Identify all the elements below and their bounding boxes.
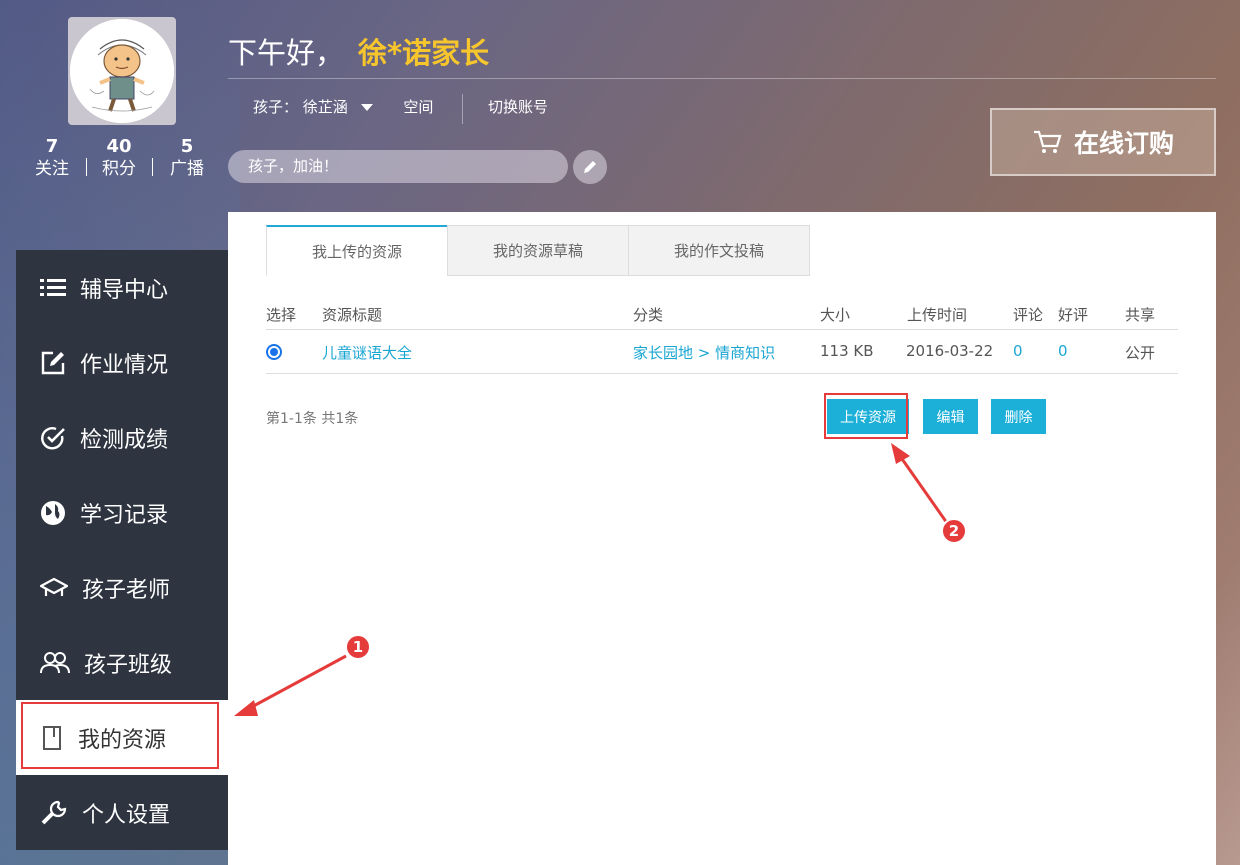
- stat-label: 关注: [35, 159, 69, 179]
- sidebar-item-teachers[interactable]: 孩子老师: [16, 550, 228, 625]
- sidebar-item-label: 孩子老师: [82, 577, 171, 603]
- annotation-badge-1: 1: [345, 634, 371, 660]
- child-label: 孩子：: [253, 98, 299, 116]
- users-icon: [40, 651, 70, 673]
- main-panel: 我上传的资源 我的资源草稿 我的作文投稿 选择 资源标题 分类 大小 上传时间 …: [228, 212, 1216, 865]
- upload-date: 2016-03-22: [906, 342, 994, 360]
- sidebar-item-tutoring[interactable]: 辅导中心: [16, 250, 228, 325]
- space-link[interactable]: 空间: [403, 96, 433, 117]
- column-header: 评论: [1013, 306, 1044, 324]
- greeting: 下午好， 徐*诺家长: [228, 30, 489, 72]
- sidebar-item-homework[interactable]: 作业情况: [16, 325, 228, 400]
- wrench-icon: [41, 800, 67, 824]
- stat-number: 40: [106, 136, 132, 157]
- pagination-info: 第1-1条 共1条: [266, 411, 359, 427]
- chevron-down-icon: [360, 104, 373, 111]
- greeting-text: 下午好，: [228, 36, 345, 70]
- annotation-badge-2: 2: [941, 518, 967, 544]
- motto-field[interactable]: 孩子，加油！: [228, 150, 568, 183]
- sidebar-item-label: 作业情况: [80, 352, 169, 378]
- annotation-highlight-box: [21, 702, 219, 769]
- buy-online-label: 在线订购: [1073, 129, 1174, 158]
- edit-icon: [41, 351, 65, 374]
- sidebar-item-scores[interactable]: 检测成绩: [16, 400, 228, 475]
- pencil-icon[interactable]: [573, 150, 607, 184]
- resource-category-link[interactable]: 家长园地 > 情商知识: [633, 342, 775, 363]
- sidebar-item-label: 个人设置: [82, 802, 171, 828]
- list-icon: [40, 278, 66, 296]
- stat-label: 广播: [170, 159, 204, 179]
- resource-size: 113 KB: [820, 342, 874, 360]
- child-selector[interactable]: 孩子： 徐芷涵 空间: [253, 96, 433, 117]
- edit-button[interactable]: 编辑: [923, 399, 978, 434]
- cart-icon: [1033, 130, 1062, 153]
- tab-essay-submissions[interactable]: 我的作文投稿: [628, 225, 810, 276]
- stat-broadcast[interactable]: 5 广播: [168, 136, 206, 180]
- column-header: 上传时间: [907, 306, 968, 324]
- comment-count-link[interactable]: 0: [1013, 342, 1023, 360]
- share-status: 公开: [1125, 344, 1156, 362]
- sidebar-item-classes[interactable]: 孩子班级: [16, 625, 228, 700]
- table-row: 儿童谜语大全 家长园地 > 情商知识 113 KB 2016-03-22 0 0…: [266, 330, 1178, 374]
- select-radio[interactable]: [266, 344, 282, 360]
- column-header: 共享: [1125, 306, 1156, 324]
- sidebar-item-label: 孩子班级: [84, 652, 173, 678]
- child-name: 徐芷涵: [302, 98, 348, 116]
- sidebar-item-study-records[interactable]: 学习记录: [16, 475, 228, 550]
- divider: [152, 158, 153, 176]
- user-name: 徐*诺家长: [358, 36, 490, 70]
- stat-number: 7: [45, 136, 59, 157]
- avatar-image: [70, 19, 174, 123]
- table-header: 选择 资源标题 分类 大小 上传时间 评论 好评 共享: [266, 300, 1178, 330]
- stat-label: 积分: [102, 159, 136, 179]
- like-count-link[interactable]: 0: [1058, 342, 1068, 360]
- stat-points[interactable]: 40 积分: [100, 136, 138, 180]
- tab-bar: 我上传的资源 我的资源草稿 我的作文投稿: [266, 225, 810, 276]
- sidebar-item-label: 学习记录: [80, 502, 169, 528]
- divider: [228, 78, 1216, 79]
- sidebar-item-label: 检测成绩: [80, 427, 169, 453]
- avatar[interactable]: [68, 17, 176, 125]
- annotation-highlight-box: [824, 393, 908, 439]
- switch-account-link[interactable]: 切换账号: [488, 96, 548, 117]
- column-header: 大小: [820, 306, 851, 324]
- globe-icon: [41, 500, 65, 525]
- tab-resource-drafts[interactable]: 我的资源草稿: [447, 225, 629, 276]
- sidebar-item-label: 辅导中心: [80, 277, 169, 303]
- column-header: 资源标题: [322, 306, 383, 324]
- check-circle-icon: [41, 426, 65, 449]
- column-header: 选择: [266, 306, 297, 324]
- profile-stats: 7 关注 40 积分 5 广播: [28, 136, 218, 182]
- sidebar-item-settings[interactable]: 个人设置: [16, 775, 228, 850]
- buy-online-button[interactable]: 在线订购: [990, 108, 1216, 176]
- stat-number: 5: [180, 136, 194, 157]
- divider: [86, 158, 87, 176]
- column-header: 好评: [1058, 306, 1089, 324]
- resource-title-link[interactable]: 儿童谜语大全: [322, 342, 412, 363]
- divider: [462, 94, 463, 124]
- graduation-cap-icon: [40, 577, 68, 596]
- resource-table: 选择 资源标题 分类 大小 上传时间 评论 好评 共享 儿童谜语大全 家长园地 …: [266, 300, 1178, 374]
- column-header: 分类: [633, 306, 664, 324]
- delete-button[interactable]: 删除: [991, 399, 1046, 434]
- tab-uploaded-resources[interactable]: 我上传的资源: [266, 225, 448, 276]
- stat-follow[interactable]: 7 关注: [34, 136, 70, 180]
